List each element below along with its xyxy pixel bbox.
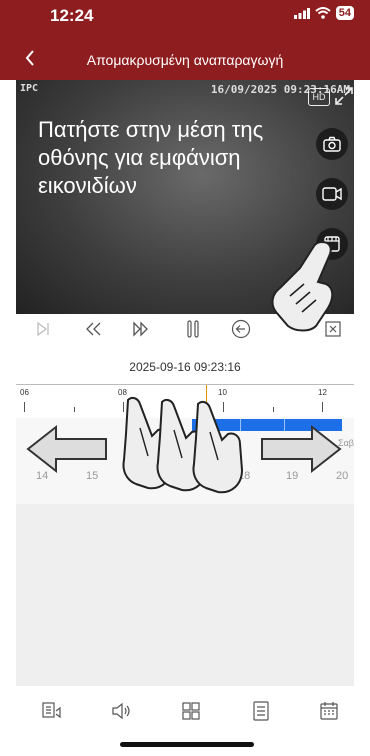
next-frame-button[interactable]	[30, 316, 56, 342]
half-hour-tick	[74, 407, 75, 412]
expand-icon	[335, 87, 353, 105]
slow-button[interactable]	[80, 316, 106, 342]
video-camera-icon	[322, 187, 342, 201]
status-icons: 54	[293, 6, 354, 20]
channel-select-button[interactable]	[40, 700, 64, 724]
battery-indicator: 54	[335, 6, 354, 20]
audio-button[interactable]	[110, 700, 134, 724]
hd-quality-button[interactable]: HD	[308, 88, 330, 106]
half-hour-tick	[273, 407, 274, 412]
fast-forward-button[interactable]	[128, 316, 154, 342]
fullscreen-button[interactable]	[334, 86, 354, 106]
drag-hands-icon	[122, 396, 244, 494]
hour-tick	[24, 402, 25, 412]
device-icon	[42, 702, 61, 719]
instruction-text: Πατήστε στην μέση της οθόνης για εμφάνισ…	[38, 117, 264, 198]
home-indicator	[120, 742, 254, 747]
hour-label: 06	[20, 388, 29, 397]
snapshot-button[interactable]	[316, 128, 348, 160]
signal-icon	[293, 7, 310, 19]
return-button[interactable]	[228, 316, 254, 342]
swipe-left-arrow-icon	[26, 424, 107, 474]
list-icon	[253, 701, 269, 721]
arrow-left-circle-icon	[231, 319, 251, 339]
rewind-icon	[86, 322, 101, 336]
fast-forward-icon	[133, 321, 148, 337]
status-time: 12:24	[50, 6, 94, 25]
grid-icon	[182, 702, 200, 720]
layout-button[interactable]	[180, 700, 204, 724]
osd-channel-label: IPC	[20, 83, 39, 94]
calendar-icon	[320, 702, 338, 720]
camera-icon	[323, 136, 341, 152]
record-list-button[interactable]	[250, 700, 274, 724]
step-forward-icon	[37, 321, 49, 337]
swipe-right-arrow-icon	[261, 424, 342, 474]
record-video-button[interactable]	[316, 178, 348, 210]
pause-button[interactable]	[180, 316, 206, 342]
pause-icon	[187, 320, 199, 338]
tap-hand-icon	[271, 240, 334, 332]
content-panel	[16, 504, 354, 686]
speaker-icon	[112, 702, 130, 720]
wifi-icon	[315, 7, 331, 19]
page-title: Απομακρυσμένη αναπαραγωγή	[86, 52, 284, 68]
current-datetime: 2025-09-16 09:23:16	[129, 360, 241, 374]
calendar-button[interactable]	[318, 700, 342, 724]
app-header: 12:24 54 Απομακρυσμένη αναπαραγωγή	[0, 0, 370, 80]
hour-tick	[322, 402, 323, 412]
hour-label: 12	[318, 388, 327, 397]
